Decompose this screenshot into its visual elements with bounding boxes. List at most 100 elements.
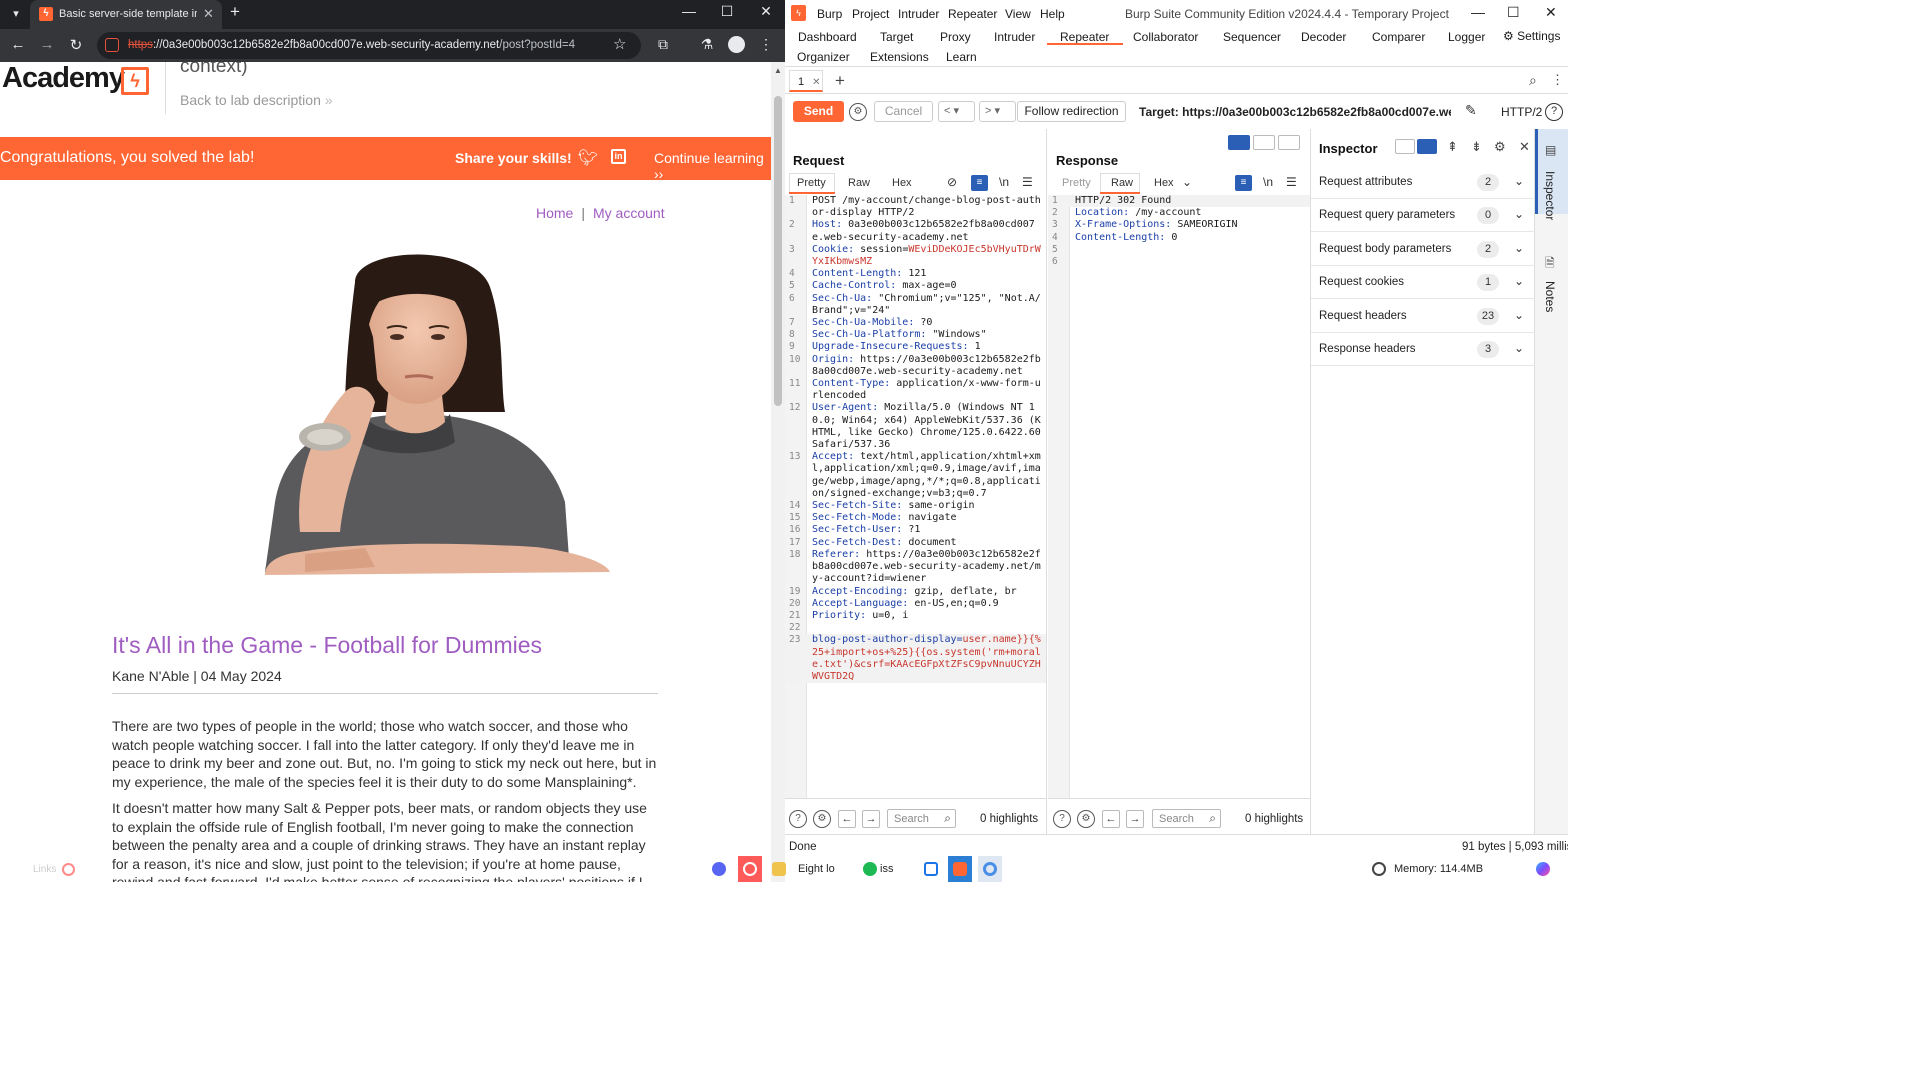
request-line[interactable]: 4 Content-Length: 121 xyxy=(785,268,1046,280)
taskbar-chrome[interactable] xyxy=(978,856,1002,882)
request-line[interactable]: 16 Sec-Fetch-User: ?1 xyxy=(785,524,1046,536)
response-render-dropdown-icon[interactable]: ⌄ xyxy=(1182,175,1192,189)
menu-view[interactable]: View xyxy=(1005,7,1031,21)
request-line[interactable]: 15 Sec-Fetch-Mode: navigate xyxy=(785,512,1046,524)
taskbar-opera[interactable] xyxy=(738,856,762,882)
maximize-icon[interactable]: ☐ xyxy=(717,3,737,20)
tab-dashboard[interactable]: Dashboard xyxy=(798,30,857,44)
request-line[interactable]: 11 Content-Type: application/x-www-form-u… xyxy=(785,378,1046,402)
request-search-input[interactable]: Search ⌕ xyxy=(887,809,956,828)
response-settings-gear-icon[interactable]: ⚙ xyxy=(1077,810,1095,828)
request-line[interactable]: 10 Origin: https://0a3e00b003c12b6582e2fb… xyxy=(785,354,1046,378)
close-window-icon[interactable]: ✕ xyxy=(756,3,776,20)
request-line[interactable]: 19 Accept-Encoding: gzip, deflate, br xyxy=(785,586,1046,598)
layout-top-bottom-button[interactable] xyxy=(1253,135,1275,150)
request-line[interactable]: 22 xyxy=(785,622,1046,634)
response-next-match-icon[interactable]: → xyxy=(1126,810,1144,828)
bookmark-star-icon[interactable]: ☆ xyxy=(613,35,626,53)
browser-tab-active[interactable]: ϟ Basic server-side template inje ✕ xyxy=(30,0,222,29)
tab-intruder[interactable]: Intruder xyxy=(994,30,1035,44)
inspector-row-query-parameters[interactable]: Request query parameters 0 ⌄ xyxy=(1311,199,1535,232)
chrome-menu-icon[interactable]: ⋮ xyxy=(756,36,776,53)
tab-extensions[interactable]: Extensions xyxy=(870,50,929,64)
my-account-link[interactable]: My account xyxy=(593,205,665,221)
response-prev-match-icon[interactable]: ← xyxy=(1102,810,1120,828)
request-line[interactable]: 1 POST /my-account/change-blog-post-autho… xyxy=(785,195,1046,219)
taskbar-item-3[interactable] xyxy=(920,856,942,882)
response-line[interactable]: 2 Location: /my-account xyxy=(1048,207,1310,219)
academy-logo[interactable]: Academy xyxy=(2,62,125,95)
layout-tabs-button[interactable] xyxy=(1278,135,1300,150)
reload-icon[interactable]: ↻ xyxy=(66,36,86,54)
request-tab-hex[interactable]: Hex xyxy=(892,177,912,189)
scroll-up-icon[interactable]: ▲ xyxy=(774,66,782,75)
repeater-tab-1[interactable]: 1 ✕ xyxy=(789,70,823,92)
response-help-icon[interactable]: ? xyxy=(1053,810,1071,828)
edit-target-pencil-icon[interactable]: ✎ xyxy=(1465,102,1477,119)
hide-nonprintable-icon[interactable]: ⊘ xyxy=(947,175,957,189)
request-line[interactable]: 5 Cache-Control: max-age=0 xyxy=(785,280,1046,292)
more-options-icon[interactable]: ⋮ xyxy=(1551,72,1564,88)
response-wrap-lines-icon[interactable]: ≡ xyxy=(1235,175,1252,191)
request-line[interactable]: 12 User-Agent: Mozilla/5.0 (Windows NT 10… xyxy=(785,402,1046,451)
newline-toggle-icon[interactable]: \n xyxy=(999,175,1009,189)
scroll-thumb[interactable] xyxy=(774,96,782,406)
burp-minimize-icon[interactable]: — xyxy=(1471,4,1485,20)
response-line[interactable]: 6 xyxy=(1048,256,1310,268)
tab-list-button[interactable]: ▾ xyxy=(6,4,26,24)
menu-project[interactable]: Project xyxy=(852,7,889,21)
layout-side-by-side-button[interactable] xyxy=(1228,135,1250,150)
not-secure-icon[interactable] xyxy=(105,38,119,52)
back-arrow-icon[interactable]: ← xyxy=(8,36,28,53)
response-tab-pretty[interactable]: Pretty xyxy=(1062,177,1091,189)
profile-avatar[interactable] xyxy=(728,36,745,53)
inspector-row-request-headers[interactable]: Request headers 23 ⌄ xyxy=(1311,300,1535,333)
settings-button[interactable]: ⚙ Settings xyxy=(1503,29,1560,43)
request-line[interactable]: 8 Sec-Ch-Ua-Platform: "Windows" xyxy=(785,329,1046,341)
request-line[interactable]: 21 Priority: u=0, i xyxy=(785,610,1046,622)
follow-redirection-button[interactable]: Follow redirection xyxy=(1017,101,1126,122)
tab-logger[interactable]: Logger xyxy=(1448,30,1485,44)
inspector-row-request-cookies[interactable]: Request cookies 1 ⌄ xyxy=(1311,266,1535,299)
close-subtab-icon[interactable]: ✕ xyxy=(812,77,820,88)
request-line[interactable]: 20 Accept-Language: en-US,en;q=0.9 xyxy=(785,598,1046,610)
back-to-lab-link[interactable]: Back to lab description» xyxy=(180,92,333,108)
collapse-all-icon[interactable]: ⇟ xyxy=(1471,139,1482,155)
page-scrollbar[interactable]: ▲ xyxy=(771,62,785,882)
inspector-row-request-attributes[interactable]: Request attributes 2 ⌄ xyxy=(1311,166,1535,199)
expand-all-icon[interactable]: ⇞ xyxy=(1447,139,1458,155)
response-line[interactable]: 4 Content-Length: 0 xyxy=(1048,232,1310,244)
tab-organizer[interactable]: Organizer xyxy=(797,50,850,64)
tab-learn[interactable]: Learn xyxy=(946,50,977,64)
burp-maximize-icon[interactable]: ☐ xyxy=(1507,4,1520,21)
twitter-icon[interactable]: 🐦︎ xyxy=(578,148,598,168)
extensions-icon[interactable]: ⧉ xyxy=(653,36,673,53)
tab-comparer[interactable]: Comparer xyxy=(1372,30,1425,44)
request-tab-raw[interactable]: Raw xyxy=(848,177,870,189)
response-search-input[interactable]: Search ⌕ xyxy=(1152,809,1221,828)
taskbar-copilot[interactable] xyxy=(1533,856,1557,882)
request-line[interactable]: 9 Upgrade-Insecure-Requests: 1 xyxy=(785,341,1046,353)
taskbar-burp[interactable] xyxy=(948,856,972,882)
taskbar-item-2[interactable]: iss xyxy=(860,856,915,882)
response-tab-hex[interactable]: Hex xyxy=(1154,177,1174,189)
tab-decoder[interactable]: Decoder xyxy=(1301,30,1346,44)
http-version-label[interactable]: HTTP/2 xyxy=(1501,105,1542,119)
inspector-settings-gear-icon[interactable]: ⚙ xyxy=(1494,139,1506,155)
inspector-close-icon[interactable]: ✕ xyxy=(1519,139,1530,155)
home-link[interactable]: Home xyxy=(536,205,573,221)
request-help-icon[interactable]: ? xyxy=(789,810,807,828)
address-bar[interactable]: https://0a3e00b003c12b6582e2fb8a00cd007e… xyxy=(97,32,641,59)
history-back-button[interactable]: < ▾ xyxy=(938,101,975,122)
request-line[interactable]: 23 blog-post-author-display=user.name}}{%… xyxy=(785,634,1046,684)
inspector-row-response-headers[interactable]: Response headers 3 ⌄ xyxy=(1311,333,1535,366)
help-icon[interactable]: ? xyxy=(1545,103,1563,121)
wrap-lines-icon[interactable]: ≡ xyxy=(971,175,988,191)
labs-flask-icon[interactable]: ⚗ xyxy=(697,36,717,53)
inspector-layout-split-button[interactable] xyxy=(1417,139,1437,154)
response-editor-menu-icon[interactable]: ☰ xyxy=(1286,175,1297,189)
request-line[interactable]: 7 Sec-Ch-Ua-Mobile: ?0 xyxy=(785,317,1046,329)
inspector-layout-list-button[interactable] xyxy=(1395,139,1415,154)
request-line[interactable]: 2 Host: 0a3e00b003c12b6582e2fb8a00cd007e.… xyxy=(785,219,1046,243)
menu-repeater[interactable]: Repeater xyxy=(948,7,997,21)
